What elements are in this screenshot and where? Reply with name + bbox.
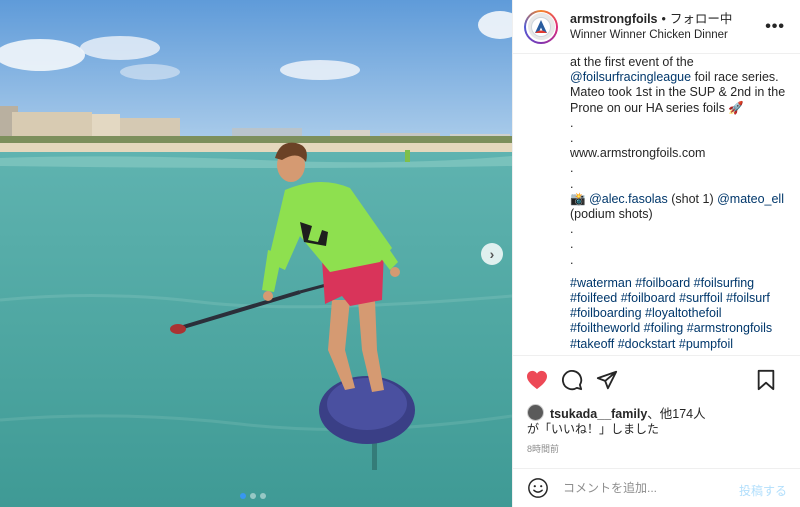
mention-link[interactable]: @alec.fasolas — [589, 192, 668, 206]
comment-icon — [561, 369, 583, 390]
brand-logo-icon — [531, 16, 551, 37]
caption-line: 📸 @alec.fasolas (shot 1) @mateo_ell — [570, 191, 784, 206]
caption-dot: . — [570, 237, 574, 252]
comment-input[interactable] — [563, 481, 733, 495]
more-horizontal-icon[interactable]: ••• — [765, 18, 785, 36]
carousel-indicator — [240, 493, 266, 499]
post-photo[interactable]: › — [0, 0, 512, 507]
caption-line: @foilsurfracingleague foil race series. — [570, 70, 779, 85]
carousel-dot — [240, 493, 246, 499]
bookmark-icon — [757, 369, 775, 391]
caption-dot: . — [570, 131, 574, 146]
hashtag-line[interactable]: #takeoff #dockstart #pumpfoil — [570, 337, 785, 352]
likes-text: が「いいね！」しました — [527, 422, 660, 436]
carousel-dot — [250, 493, 256, 499]
camera-emoji: 📸 — [570, 191, 586, 206]
liker-avatar[interactable] — [527, 404, 544, 421]
carousel-dot — [260, 493, 266, 499]
post-timestamp[interactable]: 8時間前 — [527, 442, 559, 455]
hashtag-line[interactable]: #foiltheworld #foiling #armstrongfoils — [570, 321, 785, 336]
like-button[interactable] — [525, 368, 549, 392]
post-location[interactable]: Winner Winner Chicken Dinner — [570, 27, 732, 43]
caption-line: Prone on our HA series foils 🚀 — [570, 100, 744, 115]
caption-dot: . — [570, 252, 574, 267]
heart-filled-icon — [527, 370, 547, 389]
post-side-panel: armstrongfoils • フォロー中 Winner Winner Chick… — [512, 0, 800, 507]
caption-line: (podium shots) — [570, 207, 653, 222]
photo-scene — [0, 0, 512, 507]
follow-status-button[interactable]: フォロー中 — [670, 12, 733, 26]
save-button[interactable] — [754, 368, 778, 392]
caption-dot: . — [570, 222, 574, 237]
avatar[interactable] — [524, 9, 558, 44]
share-button[interactable] — [595, 368, 619, 392]
caption-dot: . — [570, 161, 574, 176]
caption-dot: . — [570, 176, 574, 191]
comment-button[interactable] — [560, 368, 584, 392]
instagram-post-modal: › armstrongfoils • フォロー中 Winner Winner C… — [0, 0, 800, 507]
emoji-button[interactable] — [527, 477, 549, 499]
smiley-icon — [528, 478, 548, 498]
next-photo-button[interactable]: › — [481, 243, 503, 265]
caption: at the first event of the @foilsurfracin… — [513, 54, 800, 355]
username-link[interactable]: armstrongfoils — [570, 12, 658, 26]
caption-dot: . — [570, 115, 574, 130]
rocket-emoji: 🚀 — [728, 100, 744, 115]
caption-line: Mateo took 1st in the SUP & 2nd in the — [570, 85, 786, 100]
action-bar — [513, 355, 800, 403]
website-text: www.armstrongfoils.com — [570, 146, 706, 161]
hashtag-line[interactable]: #foilfeed #foilboard #surffoil #foilsurf — [570, 291, 785, 306]
hashtag-line[interactable]: #foilboarding #loyaltothefoil — [570, 306, 785, 321]
mention-link[interactable]: @foilsurfracingleague — [570, 70, 691, 84]
separator-dot: • — [661, 11, 666, 26]
chevron-right-icon: › — [489, 246, 495, 262]
hashtag-line[interactable]: #waterman #foilboard #foilsurfing — [570, 276, 785, 291]
likes-count[interactable]: 、他174人 — [647, 407, 705, 421]
caption-line: at the first event of the — [570, 55, 694, 69]
post-comment-button[interactable]: 投稿する — [739, 482, 787, 499]
mention-link[interactable]: @mateo_ell — [717, 192, 784, 206]
liker-username-link[interactable]: tsukada__family — [550, 407, 647, 421]
share-icon — [596, 370, 618, 389]
header-text: armstrongfoils • フォロー中 Winner Winner Chick… — [570, 11, 732, 43]
comment-bar: 投稿する — [513, 468, 800, 507]
post-header: armstrongfoils • フォロー中 Winner Winner Chick… — [513, 0, 800, 54]
